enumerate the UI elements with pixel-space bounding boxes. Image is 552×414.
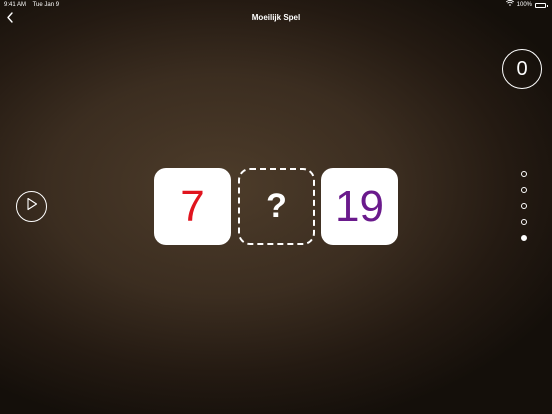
play-button[interactable] xyxy=(16,191,47,222)
play-icon xyxy=(26,197,38,216)
page-title: Moeilijk Spel xyxy=(251,13,301,22)
battery-percentage: 100% xyxy=(516,2,532,8)
score-counter[interactable]: 0 xyxy=(502,49,542,89)
status-time: 9:41 AM xyxy=(4,2,27,8)
question-mark: ? xyxy=(266,187,287,225)
page-dot[interactable] xyxy=(521,219,527,225)
status-bar: 9:41 AM Tue Jan 9 100% xyxy=(0,0,552,10)
number-left: 7 xyxy=(180,181,205,231)
wifi-icon xyxy=(505,0,514,10)
page-indicator xyxy=(520,171,528,241)
page-dot[interactable] xyxy=(521,203,527,209)
page-dot[interactable] xyxy=(521,171,527,177)
number-tile-left: 7 xyxy=(154,168,231,245)
number-right: 19 xyxy=(335,181,384,231)
number-tile-right: 19 xyxy=(321,168,398,245)
status-date: Tue Jan 9 xyxy=(32,2,60,8)
page-dot[interactable] xyxy=(521,235,527,241)
battery-icon xyxy=(535,2,548,8)
page-dot[interactable] xyxy=(521,187,527,193)
answer-tile[interactable]: ? xyxy=(238,168,315,245)
